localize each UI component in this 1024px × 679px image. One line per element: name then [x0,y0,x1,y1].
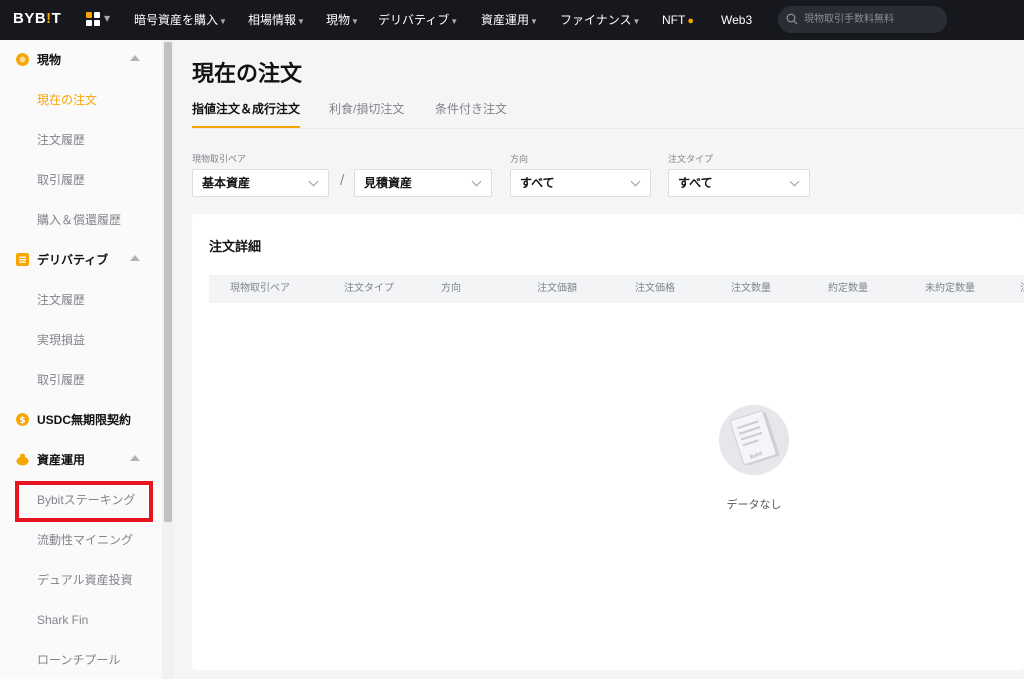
sidebar-item-shark-fin[interactable]: Shark Fin [37,600,88,640]
select-value: 基本資産 [202,176,251,190]
base-asset-select[interactable]: 基本資産 [192,169,329,197]
column-header: 未約定数量 [925,283,975,294]
column-header: 注文価額 [537,283,577,294]
chevron-down-icon [630,176,641,187]
tab-conditional-orders[interactable]: 条件付き注文 [435,100,507,117]
sidebar-section-label: 現物 [37,53,62,67]
chevron-down-icon: ▼ [297,17,305,26]
sidebar-section-usdc-perpetual[interactable]: $ USDC無期限契約 [0,400,162,440]
top-navigation: BYB!T ▼ 暗号資産を購入▼ 相場情報▼ 現物▼ デリバティブ▼ 資産運用▼… [0,0,1024,40]
sidebar-item-derivatives-order-history[interactable]: 注文履歴 [37,280,85,320]
nav-web3[interactable]: Web3 [721,0,752,40]
nav-buy-crypto[interactable]: 暗号資産を購入▼ [134,0,227,40]
sidebar-item-derivatives-trade-history[interactable]: 取引履歴 [37,360,85,400]
scrollbar-thumb[interactable] [164,42,172,522]
order-details-panel: 注文詳細 現物取引ペア 注文タイプ 方向 注文価額 注文価格 注文数量 約定数量… [192,214,1024,670]
search-box[interactable] [778,6,947,33]
nav-markets[interactable]: 相場情報▼ [248,0,305,40]
sidebar-section-spot[interactable]: 現物 [0,40,162,80]
sidebar-item-purchase-redemption[interactable]: 購入＆償還履歴 [37,200,121,240]
main-content: 現在の注文 指値注文＆成行注文 利食/損切注文 条件付き注文 現物取引ペア 基本… [174,40,1024,679]
sidebar: 現物 現在の注文 注文履歴 取引履歴 購入＆償還履歴 デリバティブ 注文履歴 実… [0,40,162,679]
search-input[interactable] [804,6,944,33]
nav-label: デリバティブ [378,13,450,27]
sidebar-section-derivatives[interactable]: デリバティブ [0,240,162,280]
column-header: 注文価格 [635,283,675,294]
order-type-select[interactable]: すべて [668,169,810,197]
nav-label: Web3 [721,13,753,27]
chevron-down-icon [471,176,482,187]
chevron-down-icon: ▼ [530,17,538,26]
svg-text:$: $ [19,416,25,426]
nav-label: ファイナンス [560,13,632,27]
chevron-down-icon [308,176,319,187]
search-icon [786,13,798,25]
pair-filter-label: 現物取引ペア [192,154,247,164]
chevron-down-icon: ▼ [450,17,459,26]
chevron-up-icon [130,255,140,261]
bybit-logo[interactable]: BYB!T [13,10,61,27]
page-title: 現在の注文 [192,61,303,86]
table-header: 現物取引ペア 注文タイプ 方向 注文価額 注文価格 注文数量 約定数量 未約定数… [209,275,1024,303]
direction-filter-label: 方向 [510,154,529,164]
column-header: 方向 [441,283,461,294]
derivatives-icon [16,253,29,266]
sidebar-item-order-history[interactable]: 注文履歴 [37,120,85,160]
chevron-down-icon: ▼ [104,14,111,23]
earn-icon [16,453,29,466]
chevron-up-icon [130,455,140,461]
sidebar-scrollbar[interactable] [162,40,174,679]
sidebar-section-label: 資産運用 [37,453,86,467]
select-value: すべて [520,176,555,190]
column-header: 注文数量 [731,283,771,294]
chevron-down-icon: ▼ [219,17,227,26]
chevron-down-icon [789,176,800,187]
logo-text: BYB [13,10,47,27]
highlight-annotation-box [15,481,153,522]
sidebar-section-label: USDC無期限契約 [37,413,132,427]
usdc-icon: $ [16,413,29,426]
sidebar-item-realized-pnl[interactable]: 実現損益 [37,320,85,360]
nav-label: 現物 [326,13,351,27]
chevron-down-icon: ▼ [632,17,641,26]
column-header: 現物取引ペア [230,283,290,294]
column-header: 約定数量 [828,283,868,294]
empty-state-text: データなし [726,499,782,511]
nav-label: 暗号資産を購入 [134,13,219,27]
sidebar-item-liquidity-mining[interactable]: 流動性マイニング [37,520,133,560]
pair-separator: / [340,173,345,188]
column-header: 注文タイプ [344,283,394,294]
nav-label: NFT [662,13,686,27]
nav-spot[interactable]: 現物▼ [326,0,359,40]
no-data-icon: Bybit [719,405,789,475]
direction-select[interactable]: すべて [510,169,651,197]
logo-text-end: T [51,10,62,27]
chevron-up-icon [130,55,140,61]
order-type-filter-label: 注文タイプ [668,154,714,164]
column-header: 注 [1020,275,1024,303]
sidebar-section-label: デリバティブ [37,253,109,267]
nav-nft[interactable]: NFT ● [662,0,694,40]
chevron-down-icon: ▼ [351,17,359,26]
apps-grid-icon[interactable]: ▼ [86,12,112,28]
flame-icon: ● [687,15,694,27]
nav-earn[interactable]: 資産運用▼ [481,0,538,40]
sidebar-item-launchpool[interactable]: ローンチプール [37,640,120,679]
sidebar-item-dual-asset[interactable]: デュアル資産投資 [37,560,133,600]
spot-icon [16,53,29,66]
sidebar-section-earn[interactable]: 資産運用 [0,440,162,480]
sidebar-item-current-orders[interactable]: 現在の注文 [37,80,97,120]
select-value: 見積資産 [364,176,413,190]
nav-label: 資産運用 [481,13,530,27]
panel-title: 注文詳細 [209,239,262,254]
nav-finance[interactable]: ファイナンス▼ [560,0,640,40]
quote-asset-select[interactable]: 見積資産 [354,169,492,197]
select-value: すべて [678,176,713,190]
nav-label: 相場情報 [248,13,297,27]
tab-tp-sl-orders[interactable]: 利食/損切注文 [329,100,404,117]
nav-derivatives[interactable]: デリバティブ▼ [378,0,458,40]
tab-divider [192,128,1024,129]
sidebar-item-trade-history[interactable]: 取引履歴 [37,160,85,200]
tab-limit-market-orders[interactable]: 指値注文＆成行注文 [192,100,300,117]
